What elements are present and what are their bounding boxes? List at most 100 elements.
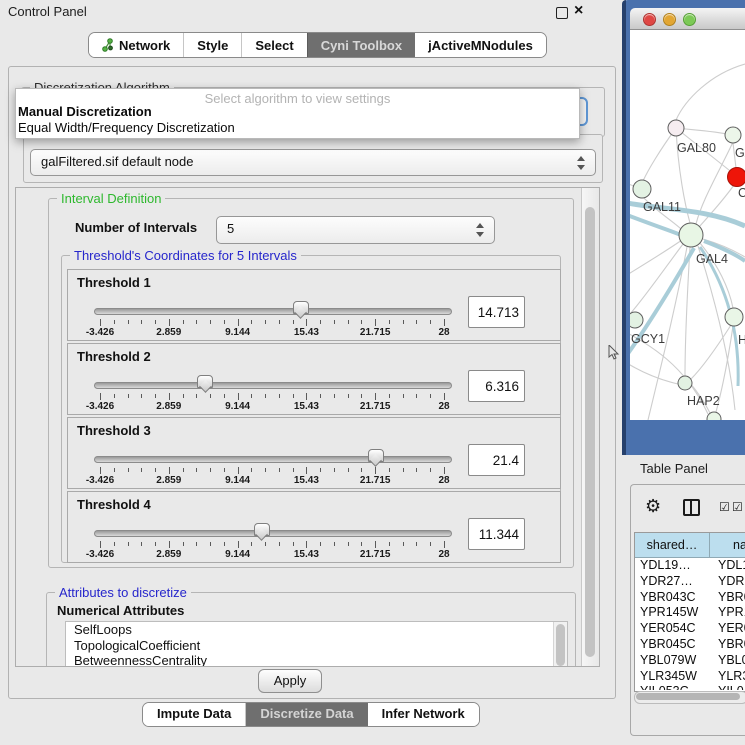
node-ga[interactable] (725, 127, 741, 143)
table-row[interactable]: YDR27…YDR2 (635, 574, 745, 590)
tick-mark (375, 393, 376, 400)
table-row[interactable]: YIL053CYIL0 (635, 684, 745, 690)
tick-mark (279, 468, 280, 472)
slider-thumb[interactable] (254, 523, 270, 536)
list-scrollbar[interactable] (553, 622, 567, 667)
cell-shared-name[interactable]: YBR045C (635, 637, 711, 653)
threshold-value-input[interactable] (468, 444, 525, 476)
network-nodes[interactable] (630, 120, 745, 420)
cell-name[interactable]: YDR2 (711, 574, 745, 590)
threshold-slider[interactable]: -3.4262.8599.14415.4321.71528 (94, 302, 450, 338)
attribute-list-item[interactable]: SelfLoops (66, 622, 567, 638)
tab-impute-data[interactable]: Impute Data (143, 703, 245, 726)
apply-button[interactable]: Apply (258, 669, 322, 693)
slider-thumb[interactable] (368, 449, 384, 462)
dropdown-option-equal-width[interactable]: Equal Width/Frequency Discretization (18, 120, 235, 135)
checkbox-icon[interactable]: ☑ (719, 501, 730, 513)
slider-thumb[interactable] (293, 301, 309, 314)
tick-mark (128, 468, 129, 472)
attribute-list-item[interactable]: TopologicalCoefficient (66, 638, 567, 654)
cell-name[interactable]: YBL0 (711, 653, 745, 669)
slider-thumb[interactable] (197, 375, 213, 388)
table-row[interactable]: YER054CYER0 (635, 621, 745, 637)
table-data-combobox[interactable]: galFiltered.sif default node (30, 149, 596, 176)
minimize-traffic-light-icon[interactable] (663, 13, 676, 26)
cell-name[interactable]: YPR1 (711, 605, 745, 621)
cell-shared-name[interactable]: YDR27… (635, 574, 711, 590)
float-window-icon[interactable] (556, 7, 568, 19)
cell-name[interactable]: YBR0 (711, 637, 745, 653)
network-window-titlebar[interactable] (630, 8, 745, 30)
cell-shared-name[interactable]: YIL053C (635, 684, 711, 690)
spinner-arrows-icon[interactable] (476, 223, 485, 237)
slider-track[interactable] (94, 456, 452, 463)
checkbox-icon[interactable]: ☑ (732, 501, 743, 513)
scrollbar-thumb[interactable] (585, 207, 595, 657)
threshold-slider[interactable]: -3.4262.8599.14415.4321.71528 (94, 524, 450, 560)
table-row[interactable]: YLR345WYLR3 (635, 669, 745, 685)
table-row[interactable]: YBR045CYBR0 (635, 637, 745, 653)
tab-network[interactable]: Network (89, 33, 183, 57)
tick-label: 28 (438, 327, 449, 338)
network-canvas[interactable]: GAL80 GA GAL11 C GAL4 GCY1 H HAP2 (630, 30, 745, 420)
slider-track[interactable] (94, 382, 452, 389)
node-label: GA (735, 146, 745, 160)
close-traffic-light-icon[interactable] (643, 13, 656, 26)
node-h[interactable] (725, 308, 743, 326)
cell-shared-name[interactable]: YBR043C (635, 590, 711, 606)
threshold-slider[interactable]: -3.4262.8599.14415.4321.71528 (94, 450, 450, 486)
gear-icon[interactable]: ⚙ (645, 497, 661, 515)
cell-name[interactable]: YBR0 (711, 590, 745, 606)
cell-name[interactable]: YDL1 (711, 558, 745, 574)
cell-name[interactable]: YLR3 (711, 669, 745, 685)
columns-icon[interactable] (683, 499, 700, 516)
threshold-slider[interactable]: -3.4262.8599.14415.4321.71528 (94, 376, 450, 412)
slider-track[interactable] (94, 530, 452, 537)
vertical-scrollbar[interactable] (581, 188, 599, 666)
tab-cyni-toolbox[interactable]: Cyni Toolbox (307, 33, 415, 57)
numerical-attributes-list[interactable]: SelfLoopsTopologicalCoefficientBetweenne… (65, 621, 568, 667)
cell-name[interactable]: YER0 (711, 621, 745, 637)
tab-select[interactable]: Select (241, 33, 306, 57)
number-of-intervals-spinner[interactable]: 5 (216, 216, 495, 244)
close-icon[interactable]: × (574, 1, 583, 21)
horizontal-scrollbar[interactable] (634, 691, 745, 704)
threshold-value-input[interactable] (468, 296, 525, 328)
zoom-traffic-light-icon[interactable] (683, 13, 696, 26)
tick-mark (183, 394, 184, 398)
tick-label: 21.715 (360, 401, 391, 412)
tab-label: jActiveMNodules (428, 38, 533, 53)
scrollbar-thumb[interactable] (556, 624, 565, 666)
slider-track[interactable] (94, 308, 452, 315)
table-row[interactable]: YBL079WYBL0 (635, 653, 745, 669)
table-row[interactable]: YDL19…YDL1 (635, 558, 745, 574)
tab-discretize-data[interactable]: Discretize Data (245, 703, 367, 726)
attribute-list-item[interactable]: BetweennessCentrality (66, 653, 567, 667)
threshold-value-input[interactable] (468, 518, 525, 550)
node-gal80[interactable] (668, 120, 684, 136)
node-hap2[interactable] (678, 376, 692, 390)
cell-shared-name[interactable]: YBL079W (635, 653, 711, 669)
table-row[interactable]: YPR145WYPR1 (635, 605, 745, 621)
cell-name[interactable]: YIL0 (711, 684, 744, 690)
dropdown-option-manual[interactable]: Manual Discretization (18, 104, 152, 119)
threshold-value-input[interactable] (468, 370, 525, 402)
tick-label: 28 (438, 475, 449, 486)
cell-shared-name[interactable]: YER054C (635, 621, 711, 637)
spinner-arrows-icon[interactable] (577, 156, 586, 170)
tab-jactivemnodules[interactable]: jActiveMNodules (415, 33, 546, 57)
cell-shared-name[interactable]: YDL19… (635, 558, 711, 574)
scrollbar-thumb[interactable] (636, 693, 740, 700)
table-row[interactable]: YBR043CYBR0 (635, 590, 745, 606)
column-header-shared-name[interactable]: shared… (635, 533, 710, 558)
node-gcy1[interactable] (630, 312, 643, 328)
node-gal11[interactable] (633, 180, 651, 198)
tab-infer-network[interactable]: Infer Network (368, 703, 479, 726)
cell-shared-name[interactable]: YLR345W (635, 669, 711, 685)
column-header-name[interactable]: na (710, 533, 745, 558)
cell-shared-name[interactable]: YPR145W (635, 605, 711, 621)
node-selected-red[interactable] (728, 168, 745, 187)
tab-style[interactable]: Style (183, 33, 241, 57)
node-partial[interactable] (707, 412, 721, 420)
node-gal4[interactable] (679, 223, 703, 247)
